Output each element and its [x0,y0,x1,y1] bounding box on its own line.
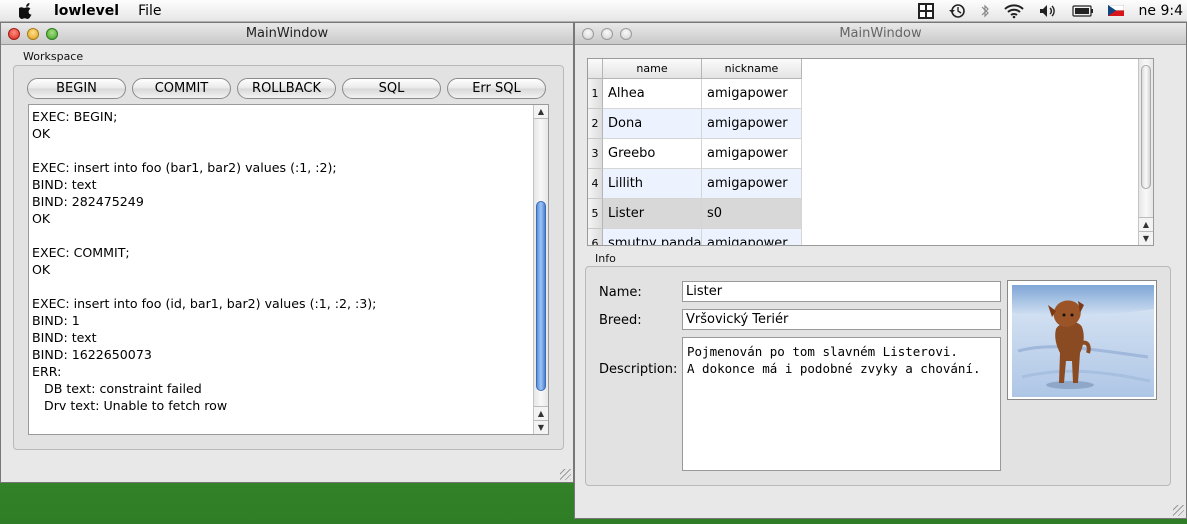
menu-file[interactable]: File [138,3,161,19]
cell-nickname[interactable]: amigapower [702,109,802,139]
menu-app-name[interactable]: lowlevel [54,3,119,19]
cell-nickname[interactable]: amigapower [702,79,802,109]
menubar-clock[interactable]: ne 9:4 [1139,3,1183,19]
table-row[interactable]: 2 Dona amigapower [588,109,802,139]
table-header: name nickname [588,59,802,79]
cell-nickname[interactable]: s0 [702,199,802,229]
cell-nickname[interactable]: amigapower [702,169,802,199]
wifi-icon[interactable] [1003,3,1024,19]
row-header-corner[interactable] [588,59,603,79]
info-group-title: Info [595,252,616,265]
time-machine-icon[interactable] [948,3,966,19]
row-number[interactable]: 6 [588,229,603,245]
close-icon[interactable] [8,27,20,40]
dogs-table[interactable]: name nickname 1 Alhea amigapower 2 Dona … [587,58,1154,246]
minimize-icon[interactable] [601,27,613,40]
scroll-down-arrow[interactable]: ▼ [1139,231,1153,245]
cell-nickname[interactable]: amigapower [702,229,802,245]
table-row[interactable]: 4 Lillith amigapower [588,169,802,199]
description-label: Description: [599,362,678,377]
scroll-up-arrow[interactable]: ▲ [534,105,548,119]
menu-bar: lowlevel File ne 9:4 [0,0,1187,22]
row-number[interactable]: 1 [588,79,603,109]
sql-button[interactable]: SQL [342,78,441,99]
cell-name[interactable]: Lister [603,199,702,229]
table-scroll-thumb[interactable] [1141,65,1151,189]
spaces-icon[interactable] [917,2,934,19]
row-number[interactable]: 2 [588,109,603,139]
row-number[interactable]: 5 [588,199,603,229]
description-field[interactable]: Pojmenován po tom slavném Listerovi. A d… [682,337,1001,471]
cell-name[interactable]: Greebo [603,139,702,169]
resize-grip-icon[interactable] [1173,505,1184,516]
console-scrollbar[interactable]: ▲ ▲ ▼ [533,105,548,434]
name-label: Name: [599,285,642,300]
dog-photo [1007,280,1157,400]
window-title: MainWindow [839,26,922,41]
sql-log-console[interactable]: EXEC: BEGIN; OK EXEC: insert into foo (b… [28,104,549,435]
column-header-name[interactable]: name [603,59,702,79]
cell-name[interactable]: smutny panda [603,229,702,245]
sql-button-row: BEGIN COMMIT ROLLBACK SQL Err SQL [27,78,552,99]
row-number[interactable]: 3 [588,139,603,169]
title-bar[interactable]: MainWindow [575,23,1186,45]
column-header-nickname[interactable]: nickname [702,59,802,79]
scroll-down-arrow[interactable]: ▼ [534,420,548,434]
title-bar[interactable]: MainWindow [1,23,573,45]
table-row[interactable]: 1 Alhea amigapower [588,79,802,109]
zoom-icon[interactable] [46,27,58,40]
table-row[interactable]: 6 smutny panda amigapower [588,229,802,245]
console-scroll-thumb[interactable] [536,201,546,391]
commit-button[interactable]: COMMIT [132,78,231,99]
apple-icon[interactable] [18,2,34,19]
table-row[interactable]: 3 Greebo amigapower [588,139,802,169]
table-scrollbar[interactable]: ▲ ▼ [1138,59,1153,245]
volume-icon[interactable] [1038,3,1058,19]
cell-name[interactable]: Lillith [603,169,702,199]
table-row-selected[interactable]: 5 Lister s0 [588,199,802,229]
battery-icon[interactable] [1071,4,1094,17]
cell-name[interactable]: Dona [603,109,702,139]
workspace-group-title: Workspace [23,50,84,63]
cell-name[interactable]: Alhea [603,79,702,109]
scroll-up-arrow-bottom[interactable]: ▲ [534,406,548,420]
status-menus: ne 9:4 [911,0,1187,21]
czech-flag-icon[interactable] [1107,5,1124,16]
scroll-up-arrow[interactable]: ▲ [1139,217,1153,231]
dog-browser-window: MainWindow name nickname 1 Alhea amigapo… [574,22,1187,519]
breed-label: Breed: [599,313,642,328]
row-number[interactable]: 4 [588,169,603,199]
begin-button[interactable]: BEGIN [27,78,126,99]
zoom-icon[interactable] [620,27,632,40]
sql-log-text: EXEC: BEGIN; OK EXEC: insert into foo (b… [32,109,377,413]
cell-nickname[interactable]: amigapower [702,139,802,169]
name-field[interactable]: Lister [682,281,1001,302]
bluetooth-icon[interactable] [980,3,990,19]
resize-grip-icon[interactable] [560,469,571,480]
err-sql-button[interactable]: Err SQL [447,78,546,99]
workspace-window: MainWindow Workspace BEGIN COMMIT ROLLBA… [0,22,574,483]
minimize-icon[interactable] [27,27,39,40]
rollback-button[interactable]: ROLLBACK [237,78,336,99]
close-icon[interactable] [582,27,594,40]
breed-field[interactable]: Vršovický Teriér [682,309,1001,330]
window-title: MainWindow [245,26,329,41]
